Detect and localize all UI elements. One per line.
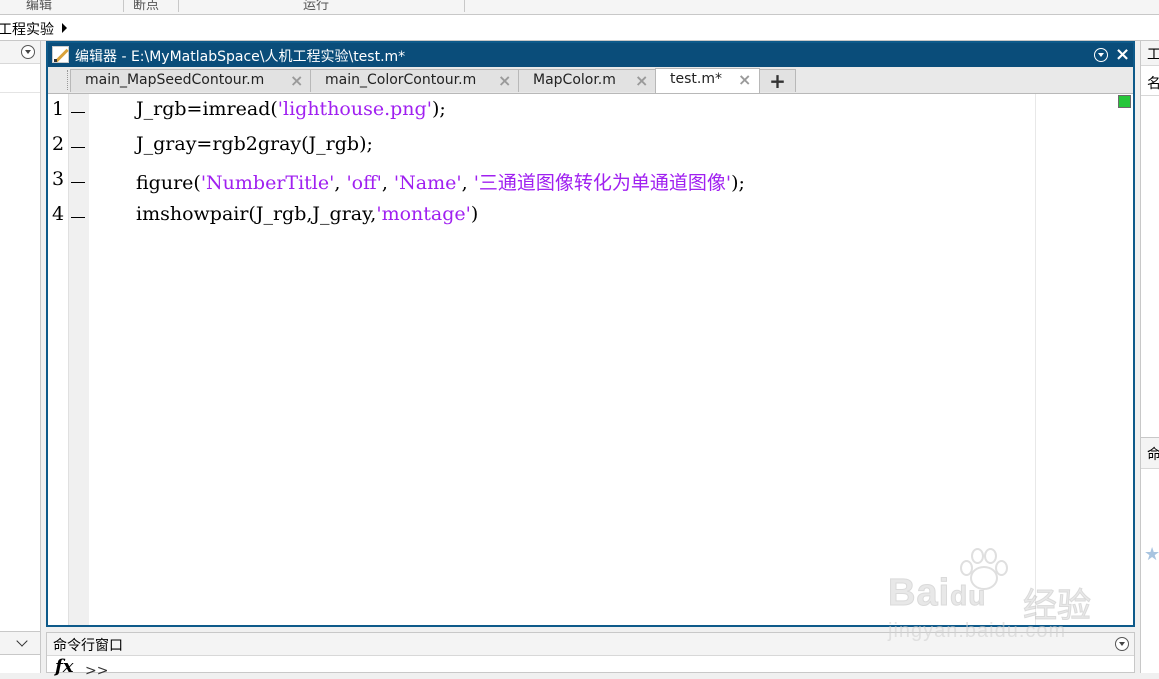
toolstrip-section-breakpoints[interactable]: 断点 [133,0,159,13]
editor-actions-icon[interactable] [1094,48,1108,62]
details-panel-header[interactable] [0,631,40,655]
tab-close-icon[interactable]: × [498,71,511,90]
line-number: 3 [52,168,65,190]
code-text: J_gray=rgb2gray(J_rgb); [136,133,373,155]
string-literal: 'montage' [376,203,471,225]
editor-pencil-icon [52,46,69,63]
toolstrip-section-run[interactable]: 运行 [303,0,329,13]
breakpoint-dash-icon[interactable] [71,182,85,183]
current-folder-list-row[interactable] [0,64,40,93]
toolstrip: 编辑 断点 运行 [0,0,1159,15]
watermark-brand: Baidu [887,572,987,615]
command-prompt[interactable]: >> [85,663,108,679]
string-literal: '三通道图像转化为单通道图像' [473,172,732,194]
breakpoint-dash-icon[interactable] [71,147,85,148]
code-text: figure('NumberTitle', 'off', 'Name', '三通… [136,168,745,195]
workspace-column-header[interactable]: 名 [1141,69,1159,96]
code-line[interactable]: 3 figure('NumberTitle', 'off', 'Name', '三… [48,168,1048,200]
add-tab-button[interactable]: + [759,69,796,92]
workspace-title: 工 [1147,47,1159,63]
command-window-title: 命令行窗口 [53,638,123,654]
workspace-panel: 工 名 命 ★ [1140,41,1159,673]
address-expand-arrow-icon[interactable] [62,23,67,33]
breakpoint-dash-icon[interactable] [71,217,85,218]
code-token: J_gray=rgb2gray(J_rgb); [136,133,373,155]
address-path-segment[interactable]: 工程实验 [0,19,54,39]
tab-test-active[interactable]: test.m* × [655,68,760,93]
tab-label: main_ColorContour.m [325,72,477,88]
close-icon[interactable]: × [1115,44,1130,65]
line-number: 2 [52,133,65,155]
code-analyzer-status-icon[interactable] [1118,95,1131,108]
editor-title: 编辑器 - E:\MyMatlabSpace\人机工程实验\test.m* [75,49,406,65]
editor-window: 编辑器 - E:\MyMatlabSpace\人机工程实验\test.m* × … [46,41,1135,627]
tab-main-colorcontour[interactable]: main_ColorContour.m × [310,69,519,92]
workspace-panel-header: 工 [1141,41,1159,66]
toolstrip-divider [123,0,124,12]
command-history-header: 命 [1141,437,1159,469]
editor-tab-bar: main_MapSeedContour.m × main_ColorContou… [48,67,1133,94]
line-number: 4 [52,203,65,225]
tab-label: MapColor.m [533,72,616,88]
function-browser-fx-icon[interactable]: fx [55,656,73,677]
code-line[interactable]: 1 J_rgb=imread('lighthouse.png'); [48,98,1048,130]
watermark-url: jingyan.baidu.com [888,620,1067,642]
string-literal: 'Name' [393,172,462,194]
current-folder-panel [0,41,41,673]
line-number: 1 [52,98,65,120]
code-text: J_rgb=imread('lighthouse.png'); [136,98,446,120]
string-literal: 'off' [346,172,382,194]
baidu-jingyan-watermark: Baidu 经验 jingyan.baidu.com [887,548,1098,648]
workspace-name-column: 名 [1147,76,1159,92]
tab-main-mapseedcontour[interactable]: main_MapSeedContour.m × [70,69,311,92]
toolstrip-divider [464,0,465,12]
tab-label: main_MapSeedContour.m [85,72,265,88]
code-token: ); [431,98,446,120]
command-window-actions-icon[interactable] [1115,637,1129,651]
code-token: ); [731,172,745,194]
string-literal: 'NumberTitle' [200,172,335,194]
tab-close-icon[interactable]: × [738,70,751,89]
code-token: , [381,172,394,194]
chevron-down-icon[interactable] [16,635,28,647]
current-folder-panel-header [0,41,40,64]
tab-close-icon[interactable]: × [290,71,303,90]
tab-mapcolor[interactable]: MapColor.m × [518,69,656,92]
tab-label: test.m* [670,71,722,87]
toolstrip-section-edit[interactable]: 编辑 [26,0,52,13]
code-editor-area[interactable]: 1 J_rgb=imread('lighthouse.png'); 2 J_gray=… [48,94,1133,625]
code-token: figure( [136,172,201,194]
current-folder-address-bar[interactable]: 工程实验 [0,15,1159,41]
code-token: imshowpair(J_rgb,J_gray, [136,203,377,225]
code-text: imshowpair(J_rgb,J_gray,'montage') [136,203,478,225]
code-token: , [334,172,347,194]
string-literal: 'lighthouse.png' [277,98,432,120]
editor-title-bar[interactable]: 编辑器 - E:\MyMatlabSpace\人机工程实验\test.m* × [48,43,1133,67]
command-history-title: 命 [1147,447,1159,463]
code-token: ) [470,203,479,225]
code-line[interactable]: 4 imshowpair(J_rgb,J_gray,'montage') [48,203,1048,235]
code-token: , [461,172,474,194]
favorite-star-icon[interactable]: ★ [1144,544,1159,565]
tab-close-icon[interactable]: × [635,71,648,90]
panel-actions-icon[interactable] [21,45,35,59]
code-token: J_rgb=imread( [136,98,278,120]
breakpoint-dash-icon[interactable] [71,112,85,113]
toolstrip-divider [178,0,179,12]
code-line[interactable]: 2 J_gray=rgb2gray(J_rgb); [48,133,1048,165]
